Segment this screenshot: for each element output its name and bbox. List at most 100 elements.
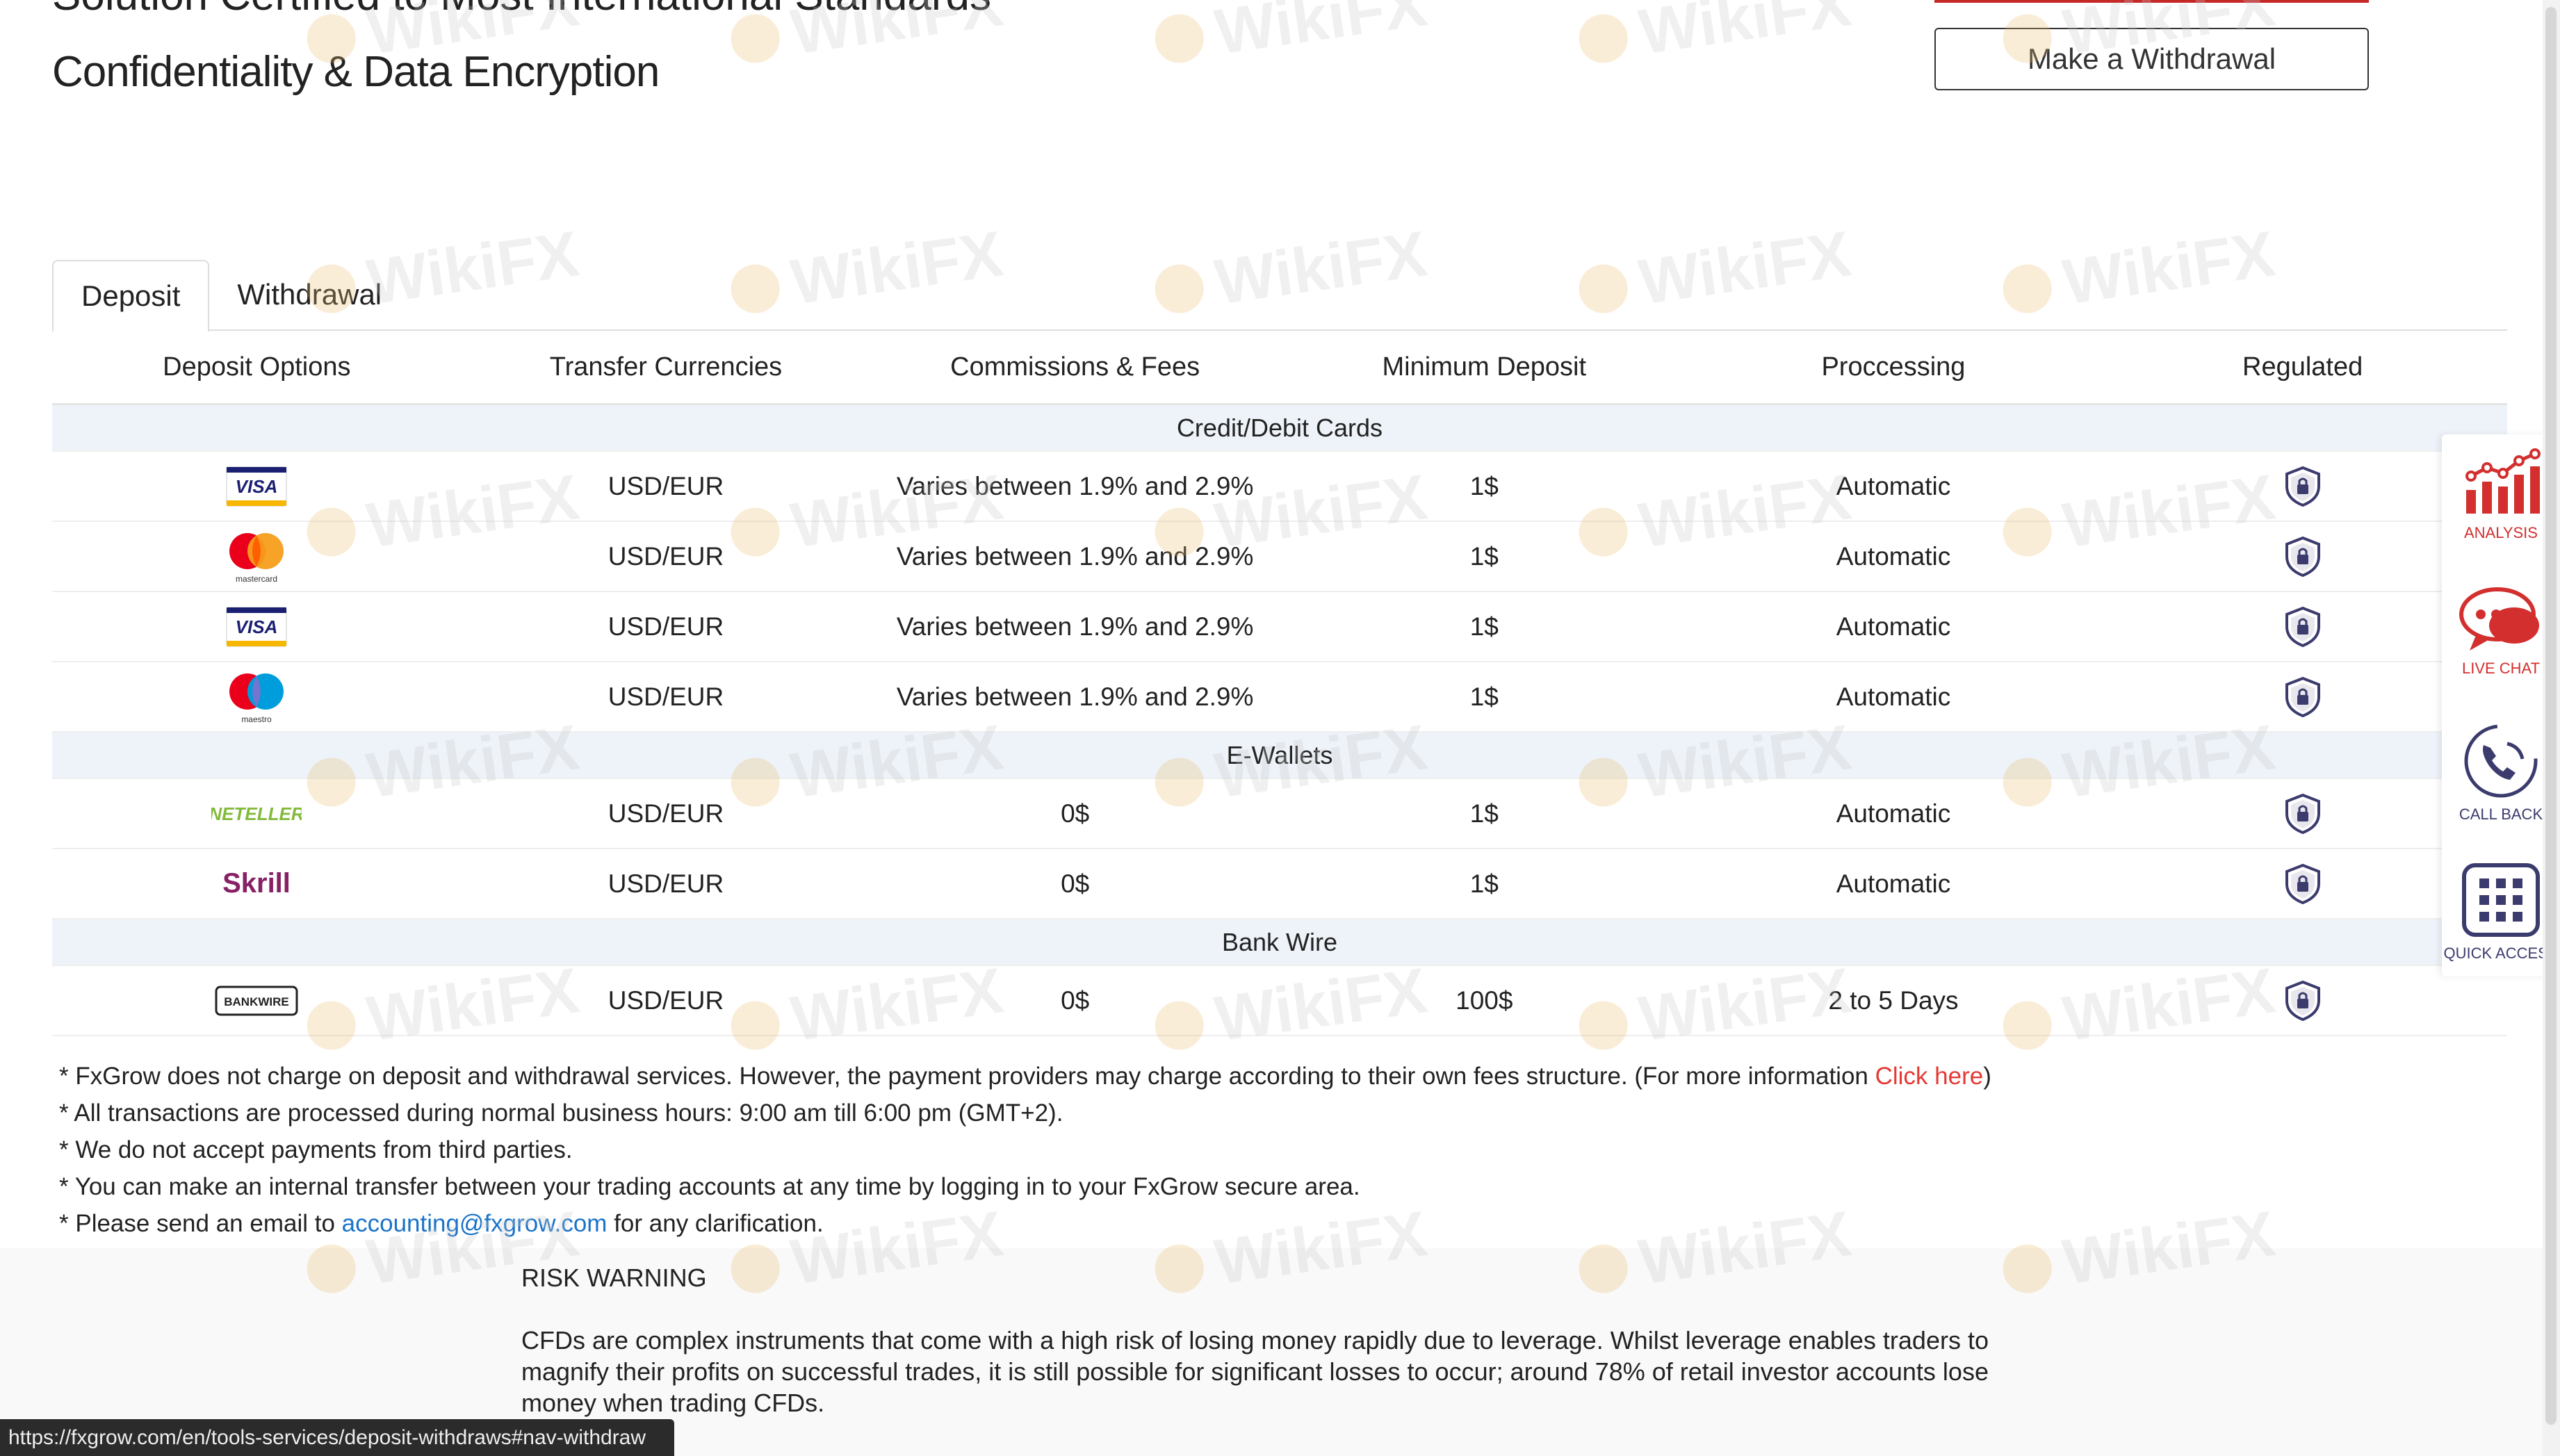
processing-cell: Automatic <box>1688 778 2098 849</box>
fees-cell: Varies between 1.9% and 2.9% <box>870 451 1280 522</box>
watermark-text: WikiFX <box>1210 218 1431 318</box>
shield-lock-icon <box>2285 676 2320 717</box>
skrill-icon: Skrill <box>222 868 291 899</box>
shield-lock-icon <box>2285 606 2320 647</box>
watermark-logo-icon <box>1576 261 1631 316</box>
fees-cell: Varies between 1.9% and 2.9% <box>870 662 1280 733</box>
svg-text:maestro: maestro <box>242 714 272 724</box>
fees-cell: Varies between 1.9% and 2.9% <box>870 591 1280 662</box>
column-header-regulated: Regulated <box>2098 331 2507 405</box>
column-header-commissions-fees: Commissions & Fees <box>870 331 1280 405</box>
deposit-withdraw-tabs: Deposit Withdrawal <box>52 260 409 332</box>
note-text: * FxGrow does not charge on deposit and … <box>59 1063 1875 1090</box>
shield-lock-icon <box>2285 536 2320 577</box>
maestro-icon: maestro <box>229 673 284 724</box>
table-group-row: Credit/Debit Cards <box>52 404 2507 452</box>
processing-cell: Automatic <box>1688 849 2098 919</box>
watermark-text: WikiFX <box>1210 0 1431 68</box>
currency-cell: USD/EUR <box>461 591 871 662</box>
minimum-deposit-cell: 1$ <box>1279 849 1689 919</box>
shield-lock-icon <box>2285 980 2320 1021</box>
deposit-options-table: Deposit Options Transfer Currencies Comm… <box>52 329 2507 1036</box>
column-header-transfer-currencies: Transfer Currencies <box>461 331 871 405</box>
table-row: maestro USD/EUR Varies between 1.9% and 2.… <box>52 662 2507 733</box>
page-title: Confidentiality & Data Encryption <box>52 48 660 96</box>
note-line: * We do not accept payments from third p… <box>59 1136 573 1163</box>
minimum-deposit-cell: 100$ <box>1279 965 1689 1036</box>
table-group-row: Bank Wire <box>52 919 2507 966</box>
wikifx-watermark: WikiFX <box>1150 218 1432 328</box>
note-line: * FxGrow does not charge on deposit and … <box>59 1058 1991 1095</box>
watermark-logo-icon <box>1152 261 1207 316</box>
mastercard-icon: mastercard <box>229 532 284 584</box>
currency-cell: USD/EUR <box>461 451 871 522</box>
watermark-logo-icon <box>2000 261 2055 316</box>
phone-icon <box>2464 724 2538 798</box>
deposit-option-cell: mastercard <box>52 521 462 592</box>
click-here-link[interactable]: Click here <box>1875 1063 1984 1090</box>
wikifx-watermark: WikiFX <box>1574 0 1856 78</box>
svg-text:Skrill: Skrill <box>222 868 291 899</box>
note-line: * Please send an email to accounting@fxg… <box>59 1205 1991 1242</box>
table-row: mastercard USD/EUR Varies between 1.9% and… <box>52 521 2507 592</box>
watermark-text: WikiFX <box>786 218 1007 318</box>
visa-icon: VISA <box>226 466 287 506</box>
withdraw-button-top-accent <box>1934 0 2369 3</box>
watermark-logo-icon <box>728 261 783 316</box>
watermark-text: WikiFX <box>1634 218 1855 318</box>
page-scrollbar-thumb[interactable] <box>2545 7 2557 1425</box>
risk-warning-text: CFDs are complex instruments that come w… <box>521 1326 1989 1417</box>
note-line: * All transactions are processed during … <box>59 1099 1063 1127</box>
watermark-text: WikiFX <box>2058 218 2279 318</box>
note-text: * Please send an email to <box>59 1210 342 1237</box>
wikifx-watermark: WikiFX <box>726 218 1008 328</box>
table-body: Credit/Debit Cards VISA USD/EUR Varies betw… <box>52 404 2507 1036</box>
risk-warning-title: RISK WARNING <box>521 1263 707 1292</box>
wikifx-watermark: WikiFX <box>1150 0 1432 78</box>
currency-cell: USD/EUR <box>461 849 871 919</box>
group-label: Bank Wire <box>52 919 2507 966</box>
minimum-deposit-cell: 1$ <box>1279 451 1689 522</box>
chat-bubble-icon <box>2459 587 2539 651</box>
currency-cell: USD/EUR <box>461 965 871 1036</box>
processing-cell: Automatic <box>1688 662 2098 733</box>
bankwire-icon: BANKWIRE <box>215 985 298 1015</box>
note-text: ) <box>1983 1063 1991 1090</box>
processing-cell: 2 to 5 Days <box>1688 965 2098 1036</box>
shield-lock-icon <box>2285 793 2320 834</box>
analysis-chart-icon <box>2465 448 2541 514</box>
deposit-option-cell: VISA <box>52 591 462 662</box>
group-label: Credit/Debit Cards <box>52 404 2507 452</box>
shield-lock-icon <box>2285 466 2320 507</box>
fees-cell: 0$ <box>870 849 1280 919</box>
tab-deposit[interactable]: Deposit <box>52 260 210 332</box>
wikifx-watermark: WikiFX <box>1574 218 1856 328</box>
minimum-deposit-cell: 1$ <box>1279 662 1689 733</box>
minimum-deposit-cell: 1$ <box>1279 591 1689 662</box>
watermark-logo-icon <box>1152 10 1207 66</box>
svg-text:VISA: VISA <box>236 616 278 637</box>
grid-icon <box>2462 863 2540 937</box>
currency-cell: USD/EUR <box>461 778 871 849</box>
visa-icon: VISA <box>226 607 287 646</box>
table-row: Skrill USD/EUR 0$ 1$ Automatic <box>52 849 2507 919</box>
table-row: VISA USD/EUR Varies between 1.9% and 2.9% 1… <box>52 451 2507 522</box>
watermark-text: WikiFX <box>1634 0 1855 68</box>
processing-cell: Automatic <box>1688 591 2098 662</box>
svg-text:BANKWIRE: BANKWIRE <box>225 995 290 1008</box>
svg-text:NETELLER: NETELLER <box>211 803 302 824</box>
accounting-email-link[interactable]: accounting@fxgrow.com <box>342 1210 608 1237</box>
wikifx-watermark: WikiFX <box>1998 218 2280 328</box>
make-withdrawal-button[interactable]: Make a Withdrawal <box>1934 28 2369 90</box>
currency-cell: USD/EUR <box>461 662 871 733</box>
fees-cell: 0$ <box>870 778 1280 849</box>
minimum-deposit-cell: 1$ <box>1279 521 1689 592</box>
table-row: VISA USD/EUR Varies between 1.9% and 2.9% 1… <box>52 591 2507 662</box>
column-header-deposit-options: Deposit Options <box>52 331 462 405</box>
fees-cell: Varies between 1.9% and 2.9% <box>870 521 1280 592</box>
tab-withdrawal[interactable]: Withdrawal <box>209 260 409 329</box>
note-line: * You can make an internal transfer betw… <box>59 1173 1360 1200</box>
table-header-row: Deposit Options Transfer Currencies Comm… <box>52 331 2507 405</box>
deposit-option-cell: BANKWIRE <box>52 965 462 1036</box>
minimum-deposit-cell: 1$ <box>1279 778 1689 849</box>
